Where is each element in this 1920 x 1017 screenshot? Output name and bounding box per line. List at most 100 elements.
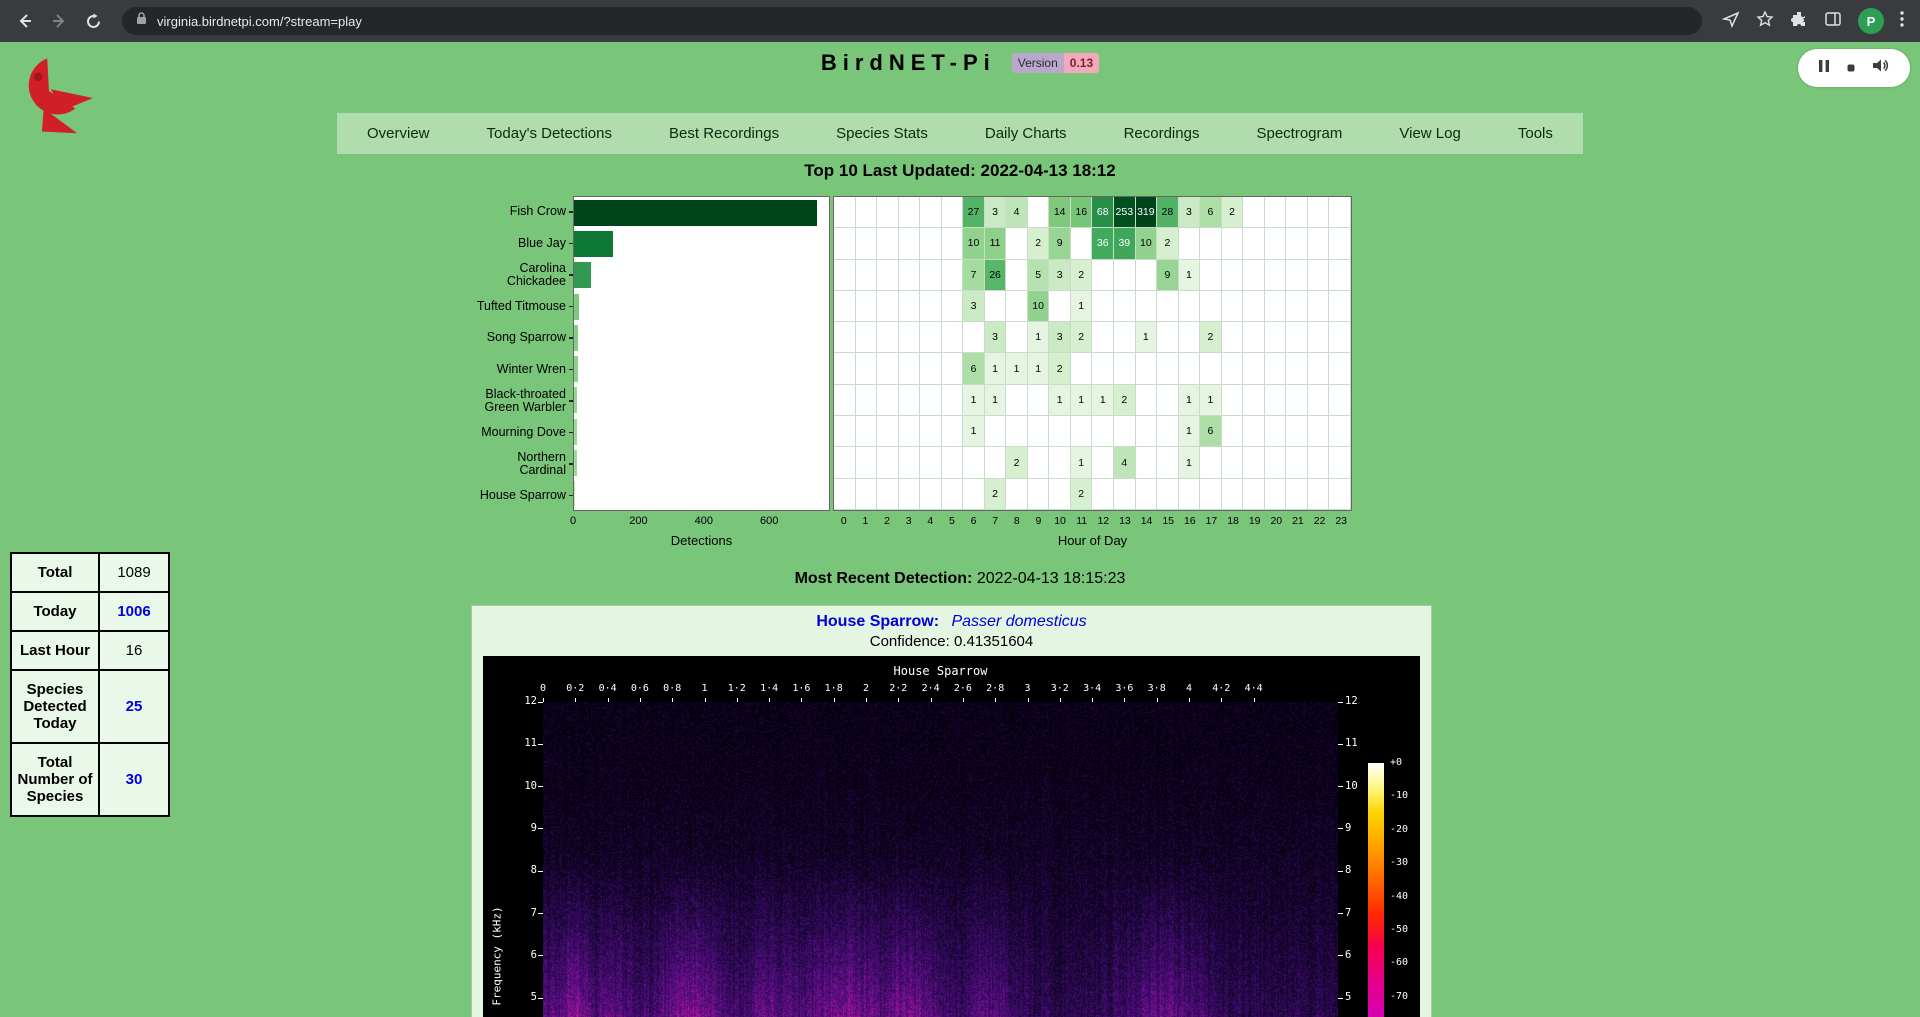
forward-button[interactable] xyxy=(44,6,74,36)
heatmap-cell: 27 xyxy=(963,197,985,228)
spectrogram-x-tick-label: 3 xyxy=(1024,683,1030,694)
heatmap-cell xyxy=(942,260,964,291)
heatmap-cell xyxy=(1136,353,1158,384)
heatmap-cell xyxy=(834,416,856,447)
heatmap-cell xyxy=(1308,228,1330,259)
nav-item-view-log[interactable]: View Log xyxy=(1399,125,1460,142)
heatmap-cell xyxy=(1006,479,1028,510)
heatmap-cell xyxy=(877,260,899,291)
profile-avatar[interactable]: P xyxy=(1858,8,1884,34)
heatmap-cell xyxy=(942,197,964,228)
heatmap-cell xyxy=(920,353,942,384)
spectrogram-x-tick-label: 1 xyxy=(701,683,707,694)
stat-value-species-detected-today[interactable]: 25 xyxy=(99,670,169,743)
heatmap-cell: 2 xyxy=(1157,228,1179,259)
spectrogram-colorbar xyxy=(1368,763,1384,1017)
nav-item-species-stats[interactable]: Species Stats xyxy=(836,125,928,142)
nav-item-recordings[interactable]: Recordings xyxy=(1124,125,1200,142)
spectrogram-x-tick-mark xyxy=(834,698,835,702)
browser-menu-icon[interactable] xyxy=(1900,11,1904,32)
species-link[interactable]: House Sparrow: xyxy=(816,613,939,630)
side-panel-icon[interactable] xyxy=(1824,10,1842,33)
heatmap-cell xyxy=(1028,447,1050,478)
hour-tick-label: 14 xyxy=(1136,515,1158,531)
nav-item-spectrogram[interactable]: Spectrogram xyxy=(1256,125,1342,142)
heatmap-cell xyxy=(877,197,899,228)
heatmap-cell: 68 xyxy=(1092,197,1114,228)
bar-chart-row xyxy=(574,291,829,322)
chart-axis-titles: Detections Hour of Day xyxy=(455,533,1352,548)
heatmap-cell xyxy=(1028,416,1050,447)
birdnet-pi-page: BirdNET-Pi Version 0.13 OverviewToday's … xyxy=(0,42,1920,1017)
heatmap-cell xyxy=(834,385,856,416)
heatmap-cell xyxy=(899,447,921,478)
spectrogram-x-tick-mark xyxy=(1124,698,1125,702)
hourly-detections-heatmap: 2734141668253319283621011293639102726532… xyxy=(833,196,1352,511)
heatmap-cell xyxy=(1136,260,1158,291)
bookmark-star-icon[interactable] xyxy=(1756,10,1774,33)
hour-tick-label: 13 xyxy=(1114,515,1136,531)
heatmap-cell: 1 xyxy=(1049,385,1071,416)
heatmap-cell xyxy=(1071,228,1093,259)
heatmap-cell xyxy=(1329,260,1351,291)
back-button[interactable] xyxy=(10,6,40,36)
bar-chart-row xyxy=(574,197,829,228)
heatmap-cell: 3 xyxy=(985,197,1007,228)
spectrogram-x-tick-mark xyxy=(1060,698,1061,702)
spectrogram-y-label: Frequency (kHz) xyxy=(491,906,504,1005)
heatmap-cell: 1 xyxy=(1136,322,1158,353)
heatmap-cell xyxy=(1286,385,1308,416)
heatmap-cell xyxy=(1222,416,1244,447)
heatmap-cell xyxy=(1200,260,1222,291)
heatmap-cell xyxy=(899,228,921,259)
version-badge: Version 0.13 xyxy=(1012,53,1099,73)
spectrogram-y-tick-label: 11 xyxy=(1345,737,1358,749)
spectrogram-x-tick-mark xyxy=(543,698,544,702)
heatmap-cell xyxy=(1200,353,1222,384)
spectrogram-y-tick-mark xyxy=(1338,744,1343,745)
spectrogram-x-tick-label: 0·2 xyxy=(566,683,584,694)
reload-button[interactable] xyxy=(78,6,108,36)
spectrogram-image: House Sparrow 00·20·40·60·811·21·41·61·8… xyxy=(483,656,1420,1017)
heatmap-cell xyxy=(856,416,878,447)
spectrogram-y-tick-mark xyxy=(1338,998,1343,999)
top10-header: Top 10 Last Updated: 2022-04-13 18:12 xyxy=(0,161,1920,181)
stat-value-total-number-of-species[interactable]: 30 xyxy=(99,743,169,816)
heatmap-cell: 1 xyxy=(1071,385,1093,416)
heatmap-cell xyxy=(1092,291,1114,322)
heatmap-cell xyxy=(1028,479,1050,510)
colorbar-tick-label: -30 xyxy=(1390,857,1408,868)
heatmap-cell xyxy=(963,479,985,510)
stats-row: Today1006 xyxy=(11,592,169,631)
heatmap-cell xyxy=(1136,291,1158,322)
heatmap-cell xyxy=(899,353,921,384)
heatmap-cell xyxy=(920,228,942,259)
detection-count-bar xyxy=(574,387,577,413)
address-bar[interactable]: virginia.birdnetpi.com/?stream=play xyxy=(122,7,1702,35)
spectrogram-x-tick-mark xyxy=(898,698,899,702)
heatmap-cell xyxy=(1308,291,1330,322)
heatmap-cell xyxy=(942,447,964,478)
heatmap-cell: 6 xyxy=(963,353,985,384)
heatmap-cell xyxy=(1006,322,1028,353)
heatmap-cell xyxy=(1092,353,1114,384)
x-tick-label: 200 xyxy=(629,515,647,527)
send-icon[interactable] xyxy=(1722,10,1740,33)
spectrogram-y-tick-mark xyxy=(538,828,543,829)
nav-item-today-s-detections[interactable]: Today's Detections xyxy=(487,125,612,142)
heatmap-cell xyxy=(1028,197,1050,228)
heatmap-cell xyxy=(877,353,899,384)
spectrogram-y-tick-mark xyxy=(1338,955,1343,956)
spectrogram-y-tick-mark xyxy=(1338,702,1343,703)
nav-item-daily-charts[interactable]: Daily Charts xyxy=(985,125,1067,142)
stat-value-today[interactable]: 1006 xyxy=(99,592,169,631)
nav-item-best-recordings[interactable]: Best Recordings xyxy=(669,125,779,142)
scientific-name: Passer domesticus xyxy=(951,613,1086,630)
extensions-icon[interactable] xyxy=(1790,10,1808,33)
heatmap-cell: 2 xyxy=(1028,228,1050,259)
nav-item-overview[interactable]: Overview xyxy=(367,125,430,142)
hour-tick-label: 6 xyxy=(963,515,985,531)
nav-item-tools[interactable]: Tools xyxy=(1518,125,1553,142)
heatmap-cell xyxy=(1071,416,1093,447)
spectrogram-x-tick-label: 0·4 xyxy=(599,683,617,694)
